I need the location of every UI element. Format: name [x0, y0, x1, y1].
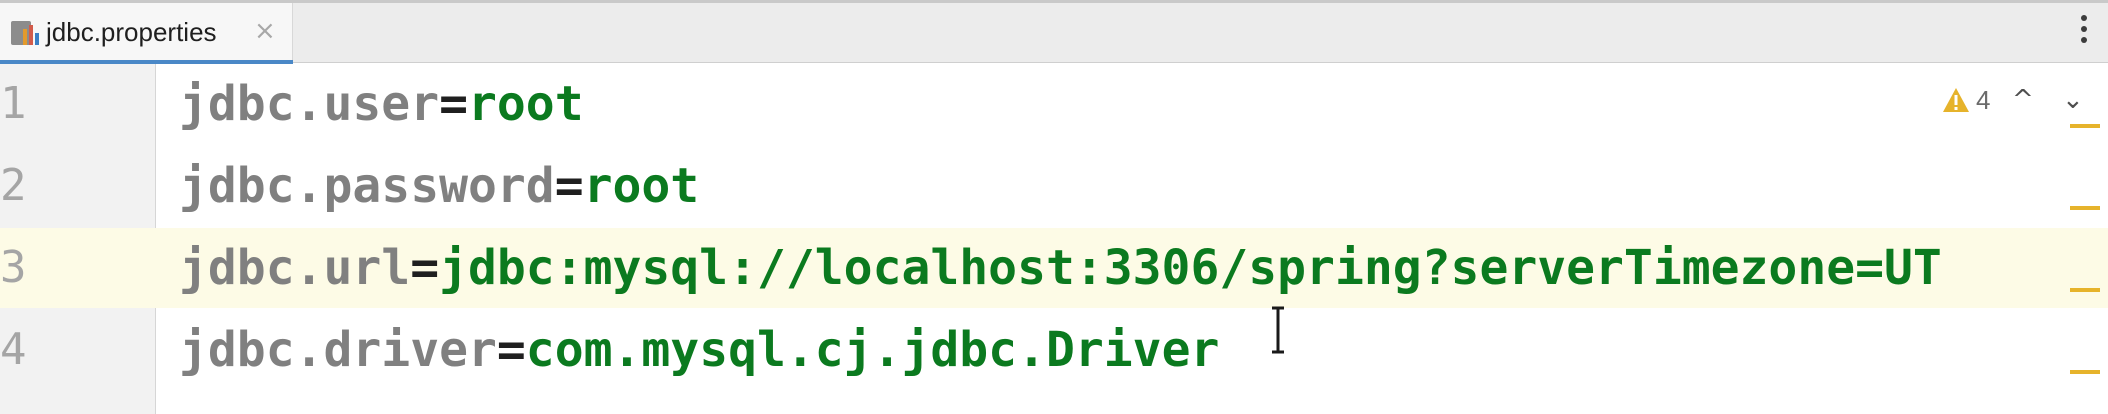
line-number: 1 — [0, 78, 27, 129]
close-icon[interactable]: × — [254, 16, 276, 46]
tab-jdbc-properties[interactable]: jdbc.properties × — [0, 3, 293, 64]
property-value: com.mysql.cj.jdbc.Driver — [525, 322, 1220, 378]
inspection-widget[interactable]: 4 — [1942, 82, 1990, 118]
property-separator: = — [554, 158, 584, 214]
previous-highlight-icon[interactable]: ^ — [2012, 82, 2034, 118]
warning-stripe-marker[interactable] — [2070, 206, 2100, 210]
code-editor[interactable]: 1 2 3 4 jdbc.user=root jdbc.password=roo… — [0, 64, 2108, 414]
warning-stripe-marker[interactable] — [2070, 288, 2100, 292]
code-line[interactable]: jdbc.user=root — [179, 64, 584, 144]
property-separator: = — [439, 76, 468, 132]
property-key: jdbc.password — [179, 158, 555, 214]
editor-tab-bar: jdbc.properties × — [0, 3, 2108, 64]
code-line[interactable]: jdbc.driver=com.mysql.cj.jdbc.Driver — [179, 310, 1219, 390]
next-highlight-icon[interactable]: ⌄ — [2062, 82, 2084, 118]
ide-editor-window: jdbc.properties × 1 2 3 4 jdbc.user=root… — [0, 0, 2108, 414]
code-line[interactable]: jdbc.url=jdbc:mysql://localhost:3306/spr… — [179, 228, 1942, 308]
property-separator: = — [410, 240, 440, 296]
property-value: jdbc:mysql://localhost:3306/spring?serve… — [439, 240, 1942, 296]
line-number: 2 — [0, 160, 27, 211]
warning-count: 4 — [1976, 84, 1991, 115]
property-key: jdbc.user — [179, 76, 440, 132]
code-area[interactable]: jdbc.user=root jdbc.password=root jdbc.u… — [179, 64, 2097, 414]
property-value: root — [583, 158, 700, 214]
properties-file-icon — [11, 21, 39, 45]
line-number: 4 — [0, 324, 27, 375]
property-key: jdbc.url — [179, 240, 411, 296]
tab-title: jdbc.properties — [46, 17, 217, 47]
text-cursor-icon — [1272, 306, 1284, 354]
line-number-gutter: 1 2 3 4 — [0, 64, 156, 414]
more-vertical-icon[interactable] — [2080, 15, 2088, 51]
property-key: jdbc.driver — [179, 322, 497, 378]
line-number: 3 — [0, 228, 156, 308]
property-value: root — [468, 76, 584, 132]
code-line[interactable]: jdbc.password=root — [179, 146, 699, 226]
warning-triangle-icon — [1943, 88, 1969, 112]
warning-stripe-marker[interactable] — [2070, 370, 2100, 374]
warning-stripe-marker[interactable] — [2070, 124, 2100, 128]
property-separator: = — [496, 322, 526, 378]
